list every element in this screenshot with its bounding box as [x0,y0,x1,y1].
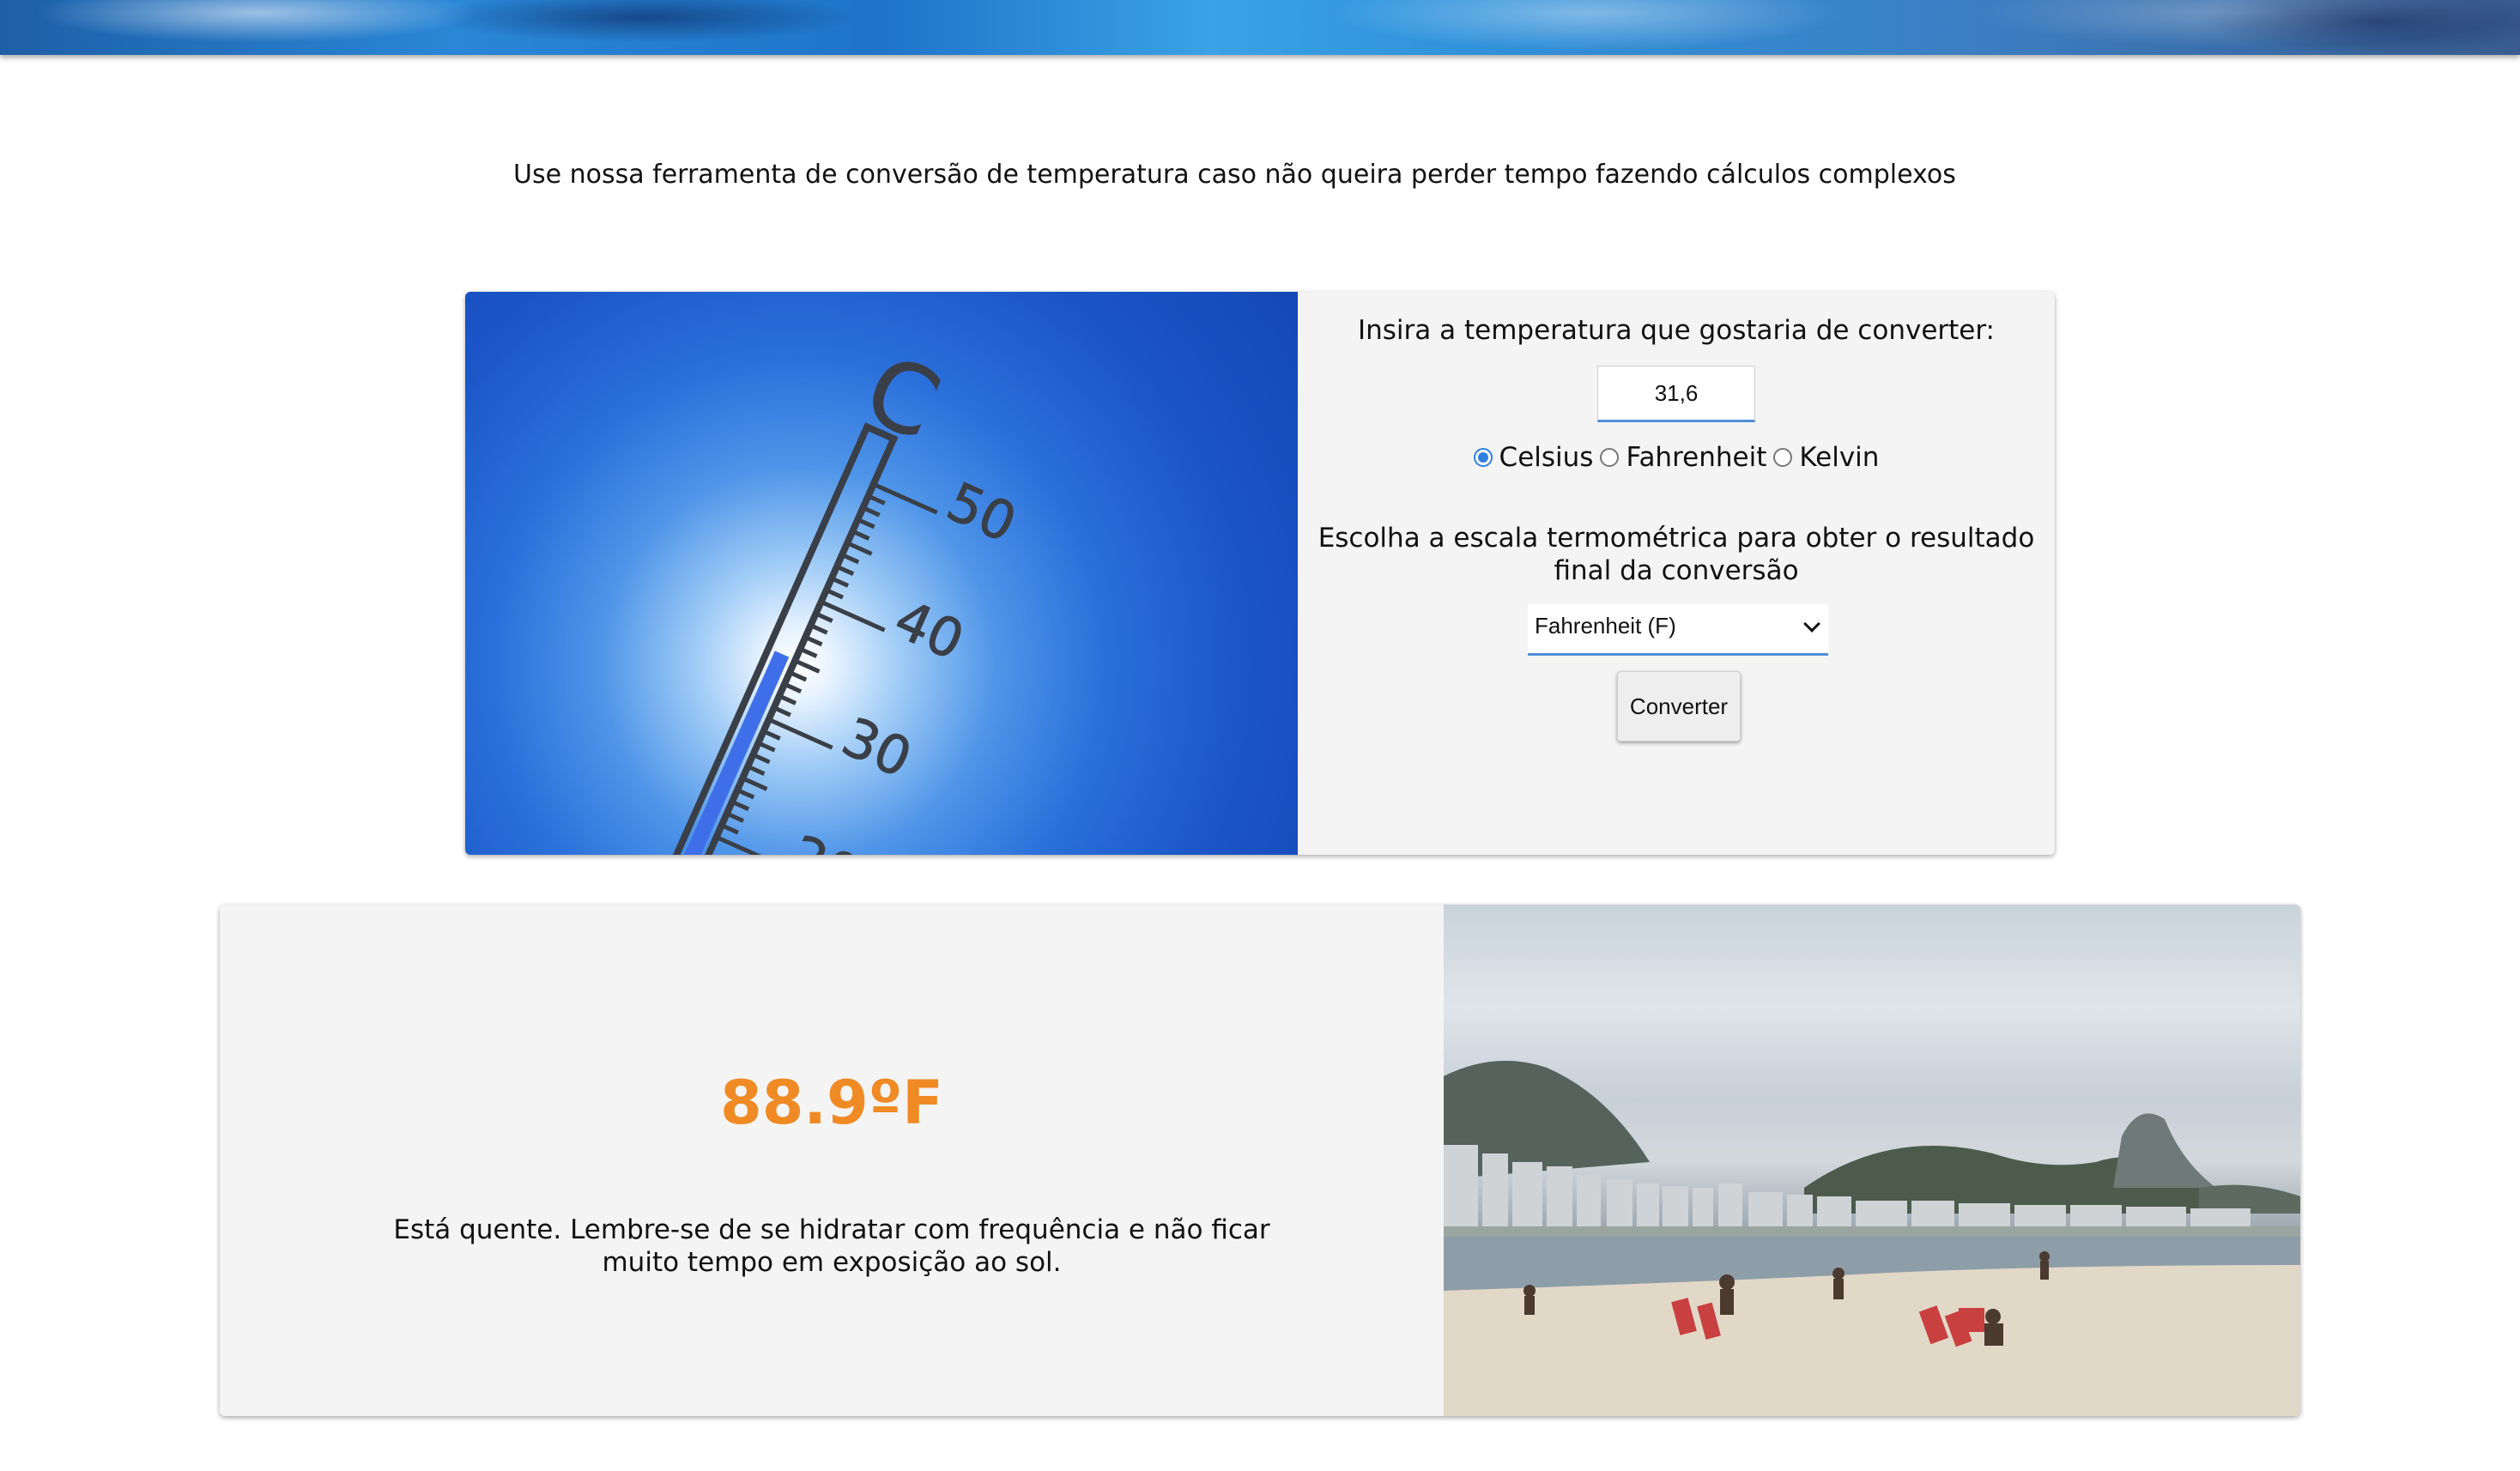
radio-celsius-label: Celsius [1499,442,1594,473]
tick-label-30: 30 [833,705,921,790]
radio-celsius[interactable]: Celsius [1473,439,1594,475]
beach-illustration [1444,1061,2300,1416]
scale-select[interactable]: Fahrenheit (F) [1528,604,1828,656]
result-value: 88.9ºF [719,1068,943,1138]
convert-button[interactable]: Converter [1617,671,1741,742]
tick-label-20: 20 [781,823,869,855]
chevron-down-icon [1803,615,1820,633]
thermometer-image: 50 40 30 20 C [465,292,1298,855]
radio-kelvin-indicator[interactable] [1773,448,1793,467]
radio-fahrenheit-label: Fahrenheit [1626,442,1767,473]
temperature-prompt: Insira a temperatura que gostaria de con… [1357,315,1996,346]
radio-celsius-indicator[interactable] [1473,448,1493,467]
radio-kelvin-label: Kelvin [1799,442,1880,473]
unit-radio-group: Celsius Fahrenheit Kelvin [1298,439,2055,475]
scale-prompt: Escolha a escala termométrica para obter… [1318,523,2035,586]
tick-label-40: 40 [886,588,973,673]
tick-label-50: 50 [938,469,1026,554]
radio-fahrenheit-indicator[interactable] [1600,448,1620,467]
result-card: 88.9ºF Está quente. Lembre-se de se hidr… [220,905,2300,1416]
thermometer-illustration: 50 40 30 20 C [652,334,1026,855]
converter-form: Insira a temperatura que gostaria de con… [1298,292,2055,855]
intro-text: Use nossa ferramenta de conversão de tem… [513,160,1956,190]
result-panel: 88.9ºF Está quente. Lembre-se de se hidr… [220,905,1444,1416]
radio-fahrenheit[interactable]: Fahrenheit [1600,439,1766,475]
beach-image [1444,905,2300,1416]
header-banner [0,0,2520,55]
scale-select-value: Fahrenheit (F) [1535,613,1676,639]
unit-letter: C [850,334,954,461]
temperature-input[interactable] [1597,366,1755,422]
radio-kelvin[interactable]: Kelvin [1773,439,1879,475]
converter-card: 50 40 30 20 C Insira a temperatura que g… [465,292,2055,855]
result-message: Está quente. Lembre-se de se hidratar co… [393,1214,1270,1278]
